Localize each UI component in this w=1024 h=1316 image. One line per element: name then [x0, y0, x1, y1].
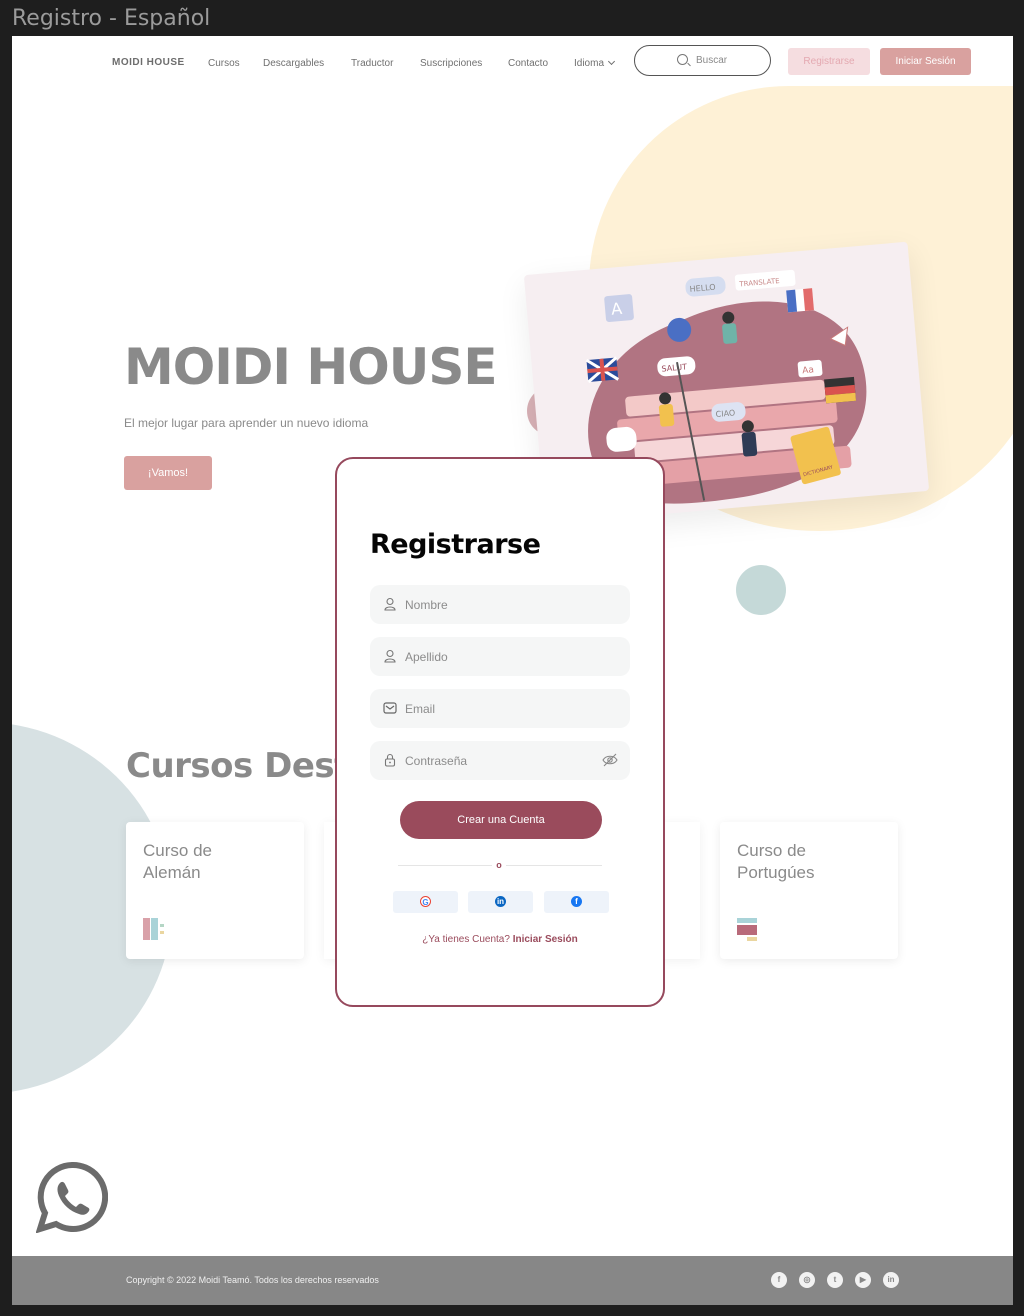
facebook-signin-button[interactable]: f [544, 891, 609, 913]
course-card-title: Curso de Portugúes [737, 841, 815, 882]
frame-title: Registro - Español [12, 6, 211, 31]
or-divider: o [398, 858, 602, 872]
eye-off-icon[interactable] [602, 753, 618, 767]
decor-teal-circle [736, 565, 786, 615]
google-icon: G [420, 896, 431, 907]
nav-language-label: Idioma [574, 58, 605, 69]
page-canvas: MOIDI HOUSE Cursos Descargables Traducto… [12, 36, 1013, 1305]
search-icon [677, 54, 688, 65]
lock-icon [384, 753, 396, 767]
top-navbar: MOIDI HOUSE Cursos Descargables Traducto… [12, 36, 1013, 88]
course-card-portuguese[interactable]: Curso de Portugúes [720, 822, 898, 959]
youtube-icon[interactable]: ▶ [855, 1272, 871, 1288]
mail-icon [383, 702, 397, 714]
nav-brand[interactable]: MOIDI HOUSE [112, 57, 185, 68]
hero-cta-button[interactable]: ¡Vamos! [124, 456, 212, 490]
email-field[interactable]: Email [370, 689, 630, 728]
last-name-placeholder: Apellido [405, 650, 448, 664]
linkedin-signin-button[interactable]: in [468, 891, 533, 913]
nav-link-contacto[interactable]: Contacto [508, 58, 548, 69]
register-modal: Registrarse Nombre Apellido Email Contra… [335, 457, 665, 1007]
linkedin-icon: in [495, 896, 506, 907]
twitter-icon[interactable]: t [827, 1272, 843, 1288]
instagram-icon[interactable]: ◎ [799, 1272, 815, 1288]
register-modal-title: Registrarse [370, 529, 541, 560]
german-flag-icon [143, 918, 164, 940]
create-account-button[interactable]: Crear una Cuenta [400, 801, 602, 839]
linkedin-icon[interactable]: in [883, 1272, 899, 1288]
nav-link-descargables[interactable]: Descargables [263, 58, 324, 69]
user-icon [384, 649, 396, 663]
footer-copyright: Copyright © 2022 Moidi Teamó. Todos los … [126, 1275, 379, 1285]
chevron-down-icon [607, 57, 616, 66]
facebook-icon[interactable]: f [771, 1272, 787, 1288]
register-button[interactable]: Registrarse [788, 48, 870, 75]
facebook-icon: f [571, 896, 582, 907]
illus-word-aa: Aa [802, 365, 814, 376]
footer: Copyright © 2022 Moidi Teamó. Todos los … [12, 1256, 1013, 1305]
last-name-field[interactable]: Apellido [370, 637, 630, 676]
search-input[interactable]: Buscar [634, 45, 771, 76]
nav-link-cursos[interactable]: Cursos [208, 58, 240, 69]
password-placeholder: Contraseña [405, 754, 468, 768]
nav-language-dropdown[interactable]: Idioma [574, 57, 616, 69]
or-label: o [492, 858, 506, 872]
illus-word-ciao: CIAO [715, 408, 735, 419]
whatsapp-icon[interactable] [36, 1161, 108, 1233]
course-card-title: Curso de Alemán [143, 841, 212, 882]
login-link[interactable]: Iniciar Sesión [513, 934, 578, 945]
first-name-placeholder: Nombre [405, 598, 448, 612]
hero-title: MOIDI HOUSE [124, 338, 497, 396]
email-placeholder: Email [405, 702, 436, 716]
have-account-text: ¿Ya tienes Cuenta? Iniciar Sesión [337, 934, 663, 945]
google-signin-button[interactable]: G [393, 891, 458, 913]
nav-link-suscripciones[interactable]: Suscripciones [420, 58, 482, 69]
user-icon [384, 597, 396, 611]
course-card-partial-right[interactable] [660, 822, 700, 959]
password-field[interactable]: Contraseña [370, 741, 630, 780]
search-placeholder: Buscar [696, 55, 728, 66]
have-account-label: ¿Ya tienes Cuenta? [422, 934, 510, 945]
nav-link-traductor[interactable]: Traductor [351, 58, 393, 69]
hero-subtitle: El mejor lugar para aprender un nuevo id… [124, 416, 369, 430]
portuguese-flag-icon [737, 918, 757, 941]
illus-letter: A [610, 299, 623, 319]
login-button[interactable]: Iniciar Sesión [880, 48, 971, 75]
first-name-field[interactable]: Nombre [370, 585, 630, 624]
course-card-german[interactable]: Curso de Alemán [126, 822, 304, 959]
